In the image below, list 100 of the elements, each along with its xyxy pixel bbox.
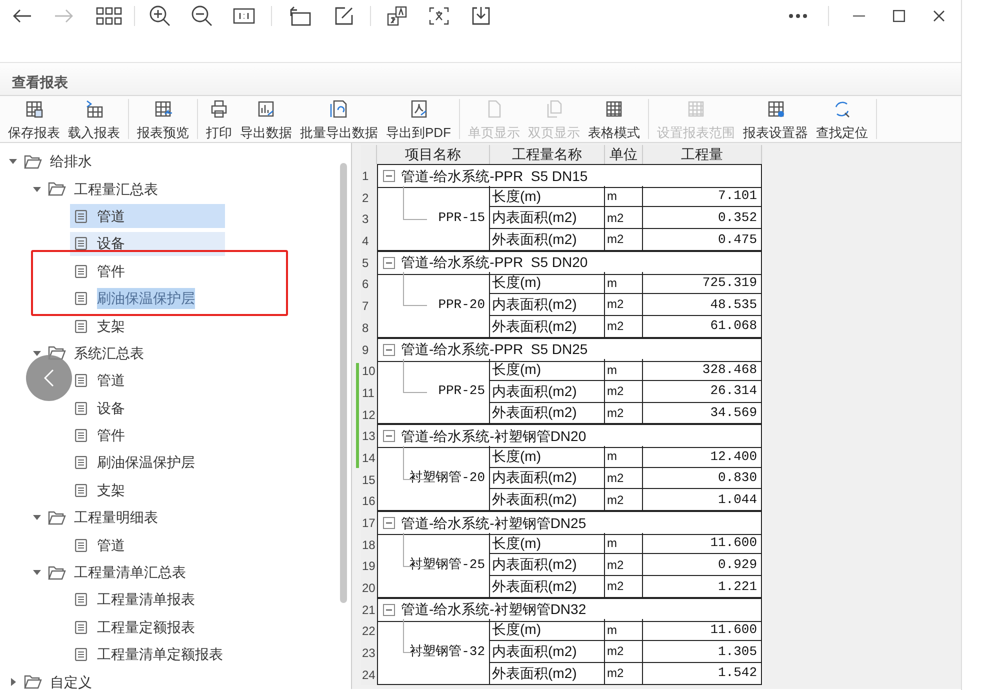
row-number: 7 (361, 294, 377, 316)
tree-item[interactable]: 刷油保温保护层 (70, 450, 225, 475)
grid-icon (686, 99, 706, 119)
scrollbar-thumb[interactable] (340, 163, 347, 603)
document-icon (75, 593, 87, 606)
toolbar-button[interactable]: 打印 (202, 99, 236, 141)
document-icon (75, 374, 87, 388)
quantity-value: 725.319 (643, 272, 762, 294)
grid-icon[interactable] (96, 7, 122, 25)
column-header[interactable]: 项目名称 (377, 145, 490, 165)
quantity-value: 11.600 (643, 619, 762, 642)
unit-cell: m2 (605, 576, 643, 598)
tree-folder-label[interactable]: 工程量清单汇总表 (74, 562, 186, 584)
tree-item[interactable]: 管件 (70, 424, 225, 448)
group-title: 管道-给水系统-PPR S5 DN25 (401, 340, 588, 359)
row-number: 18 (361, 532, 377, 554)
minimize-icon[interactable] (853, 15, 865, 17)
close-icon[interactable] (933, 10, 945, 22)
document-icon (75, 320, 87, 333)
unit-cell: m (605, 619, 643, 642)
tree-item[interactable]: 工程量清单报表 (70, 588, 225, 612)
tree-item[interactable]: 管道 (70, 368, 225, 393)
translate-icon[interactable] (387, 6, 407, 26)
quantity-value: 7.101 (643, 186, 762, 208)
collapse-caret-icon[interactable] (10, 678, 16, 686)
back-icon[interactable] (12, 8, 32, 24)
collapse-icon[interactable] (383, 256, 395, 269)
collapse-icon[interactable] (383, 170, 395, 182)
tree-folder-label[interactable]: 工程量汇总表 (74, 178, 158, 200)
tree-item[interactable]: 支架 (70, 478, 225, 502)
more-icon[interactable] (788, 13, 808, 19)
tree-item[interactable]: 设备 (70, 396, 225, 420)
expand-caret-icon[interactable] (33, 515, 41, 520)
quantity-value: 1.044 (643, 489, 762, 511)
unit-cell: m2 (605, 229, 643, 251)
unit-cell: m2 (605, 662, 643, 684)
unit-cell: m (605, 186, 643, 208)
column-header[interactable]: 工程量名称 (490, 145, 605, 165)
rotate-icon[interactable] (288, 6, 312, 26)
tree-connector-line (403, 186, 427, 220)
row-number: 23 (361, 641, 377, 663)
document-icon (75, 648, 87, 662)
zoom-in-icon[interactable] (149, 5, 171, 27)
maximize-icon[interactable] (893, 10, 905, 22)
quantity-value: 61.068 (643, 316, 762, 338)
quantity-value: 26.314 (643, 380, 762, 403)
unit-cell: m2 (605, 468, 643, 490)
grid-icon (604, 99, 624, 119)
toolbar-button[interactable]: 载入报表 (64, 99, 124, 141)
text-recognition-icon[interactable] (429, 7, 449, 25)
document-icon (75, 538, 87, 552)
quantity-value: 1.542 (643, 662, 762, 684)
toolbar-button[interactable]: 表格模式 (584, 99, 644, 141)
tree-item[interactable]: 支架 (70, 314, 225, 338)
toolbar-button[interactable]: 报表设置器 (739, 99, 812, 141)
tree-folder-label[interactable]: 自定义 (50, 672, 92, 690)
expand-caret-icon[interactable] (33, 186, 41, 192)
folder-icon (24, 675, 42, 690)
unit-cell: m2 (605, 402, 643, 424)
expand-caret-icon[interactable] (9, 159, 17, 164)
download-icon[interactable] (471, 6, 491, 26)
collapse-icon[interactable] (383, 604, 395, 616)
toolbar-button[interactable]: 查找定位 (812, 99, 872, 141)
zoom-out-icon[interactable] (191, 5, 213, 27)
tree-folder-label[interactable]: 工程量明细表 (74, 507, 158, 528)
row-number: 16 (361, 489, 377, 511)
tree-item[interactable]: 设备 (70, 232, 225, 256)
document-icon (75, 402, 87, 415)
row-number: 19 (361, 554, 377, 576)
tree-item[interactable]: 管道 (70, 204, 225, 228)
toolbar-button[interactable]: 导出数据 (236, 99, 296, 141)
toolbar-button[interactable]: 报表预览 (133, 99, 193, 141)
collapse-icon[interactable] (383, 430, 395, 442)
column-header[interactable]: 单位 (605, 145, 643, 165)
quantity-name: 长度(m) (490, 272, 605, 294)
row-number: 14 (361, 446, 377, 468)
tree-item[interactable]: 管件 (70, 259, 225, 284)
quantity-value: 48.535 (643, 294, 762, 316)
tree-folder-label[interactable]: 给排水 (50, 151, 92, 172)
row-number: 10 (361, 359, 377, 381)
column-header[interactable]: 工程量 (643, 145, 762, 165)
quantity-name: 外表面积(m2) (490, 489, 605, 511)
tree-folder-label[interactable]: 系统汇总表 (74, 342, 144, 364)
expand-caret-icon[interactable] (33, 570, 41, 576)
quantity-value: 0.830 (643, 468, 762, 490)
quantity-value: 12.400 (643, 446, 762, 468)
document-icon (75, 429, 87, 442)
edit-icon[interactable] (334, 6, 354, 26)
folder-icon (48, 182, 66, 196)
tree-item[interactable]: 工程量清单定额报表 (70, 642, 225, 667)
toolbar-button[interactable]: 保存报表 (4, 99, 64, 141)
row-number: 20 (361, 576, 377, 598)
actual-size-icon[interactable] (233, 8, 255, 24)
tree-item[interactable]: 管道 (70, 533, 225, 558)
collapse-icon[interactable] (383, 517, 395, 529)
toolbar-button[interactable]: 导出到PDF (382, 99, 455, 141)
item-name: PPR-20 (438, 296, 485, 314)
tree-item[interactable]: 工程量定额报表 (70, 615, 225, 640)
collapse-icon[interactable] (383, 344, 395, 356)
toolbar-button[interactable]: 批量导出数据 (296, 99, 382, 141)
